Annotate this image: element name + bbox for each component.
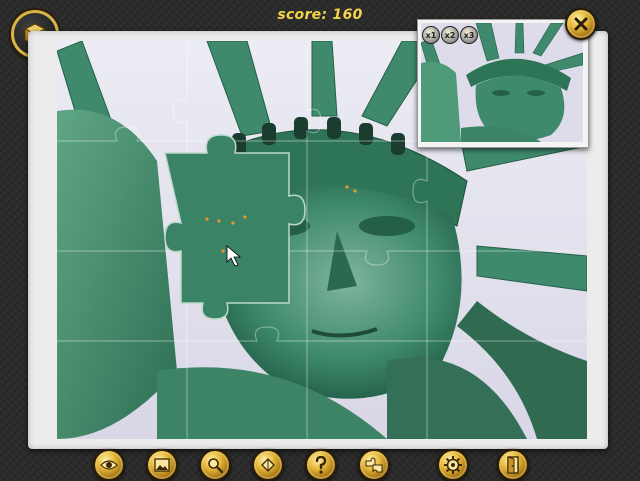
exit-button[interactable]	[497, 449, 529, 481]
picture-icon	[154, 458, 170, 472]
edge-piece-icon	[261, 458, 275, 472]
close-icon	[574, 17, 588, 31]
gear-icon	[444, 456, 462, 474]
preview-panel: x1 x2 x3	[417, 19, 589, 148]
zoom-x1-button[interactable]: x1	[422, 26, 440, 44]
pieces-icon	[365, 457, 383, 473]
show-image-button[interactable]	[93, 449, 125, 481]
toolbar	[0, 448, 640, 481]
zoom-x3-button[interactable]: x3	[460, 26, 478, 44]
magnifier-button[interactable]	[199, 449, 231, 481]
exit-door-icon	[507, 456, 519, 474]
zoom-x3-icon: x3	[463, 30, 475, 40]
hint-button[interactable]	[305, 449, 337, 481]
background-button[interactable]	[146, 449, 178, 481]
zoom-x2-button[interactable]: x2	[441, 26, 459, 44]
sort-pieces-button[interactable]	[358, 449, 390, 481]
close-button[interactable]	[565, 8, 597, 40]
eye-icon	[100, 460, 118, 470]
zoom-x1-icon: x1	[425, 30, 437, 40]
magnifier-icon	[208, 458, 223, 473]
edge-pieces-button[interactable]	[252, 449, 284, 481]
zoom-x2-icon: x2	[444, 30, 456, 40]
question-icon	[315, 456, 327, 474]
settings-button[interactable]	[437, 449, 469, 481]
